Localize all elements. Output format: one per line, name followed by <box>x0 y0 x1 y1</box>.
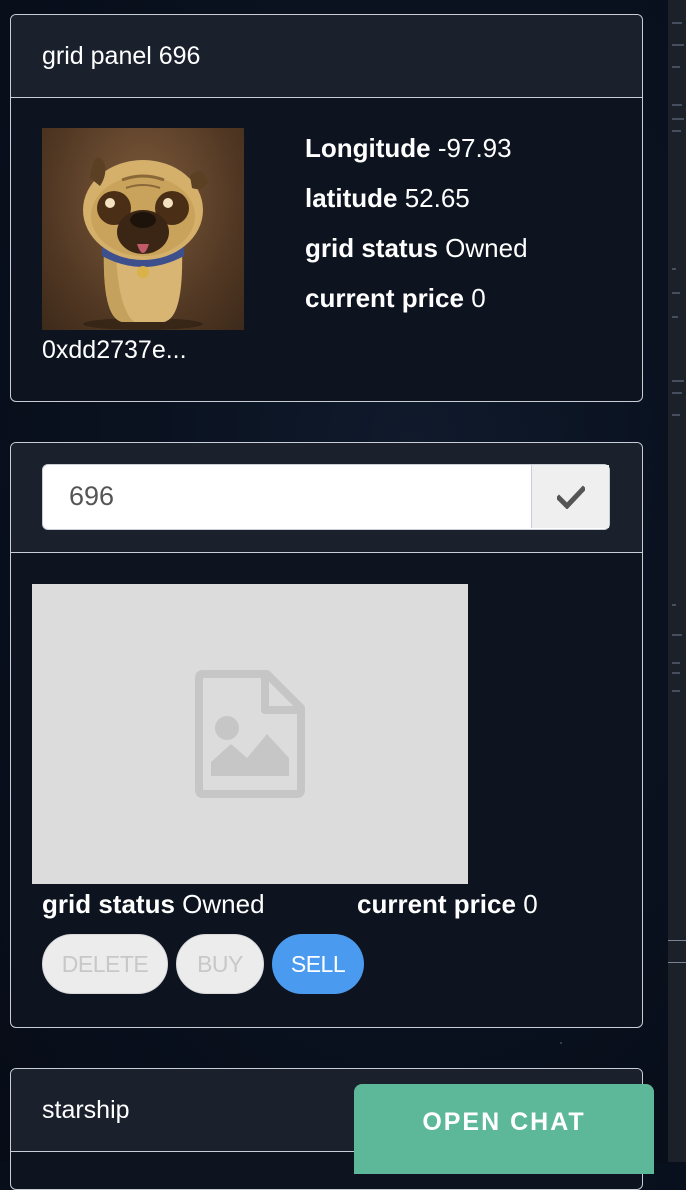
longitude-label: Longitude <box>305 133 431 163</box>
panel-title: grid panel 696 <box>42 42 201 70</box>
grid-info-panel: grid panel 696 0xdd2737e... Longitude -9… <box>10 14 643 402</box>
confirm-button[interactable] <box>531 465 609 528</box>
side-editor-strip <box>668 0 686 1162</box>
delete-button[interactable]: DELETE <box>42 934 168 994</box>
latitude-value: 52.65 <box>404 183 470 213</box>
current-price-value: 0 <box>471 283 486 313</box>
latitude-row: latitude 52.65 <box>305 183 470 214</box>
checkmark-icon <box>556 484 585 509</box>
panel-title: starship <box>42 1096 130 1124</box>
panel-header <box>11 443 642 553</box>
open-chat-button[interactable]: OPEN CHAT <box>354 1084 654 1174</box>
grid-search-group <box>42 464 610 530</box>
current-price-row: current price 0 <box>305 283 486 314</box>
grid-status-row: grid status Owned <box>42 889 265 920</box>
buy-button[interactable]: BUY <box>176 934 264 994</box>
grid-status-label: grid status <box>42 889 175 919</box>
grid-image-placeholder <box>32 584 468 884</box>
grid-status-row: grid status Owned <box>305 233 528 264</box>
grid-status-value: Owned <box>445 233 528 263</box>
image-placeholder-icon <box>195 670 305 798</box>
longitude-row: Longitude -97.93 <box>305 133 512 164</box>
grid-id-input[interactable] <box>43 465 531 528</box>
star <box>560 1042 562 1044</box>
owner-address: 0xdd2737e... <box>42 336 187 364</box>
current-price-label: current price <box>357 889 516 919</box>
grid-status-value: Owned <box>182 889 265 919</box>
longitude-value: -97.93 <box>437 133 512 163</box>
current-price-label: current price <box>305 283 464 313</box>
current-price-row: current price 0 <box>357 889 538 920</box>
grid-edit-panel: grid status Owned current price 0 DELETE… <box>10 442 643 1028</box>
owner-avatar <box>42 128 244 330</box>
latitude-label: latitude <box>305 183 398 213</box>
sell-button[interactable]: SELL <box>272 934 364 994</box>
grid-status-label: grid status <box>305 233 438 263</box>
current-price-value: 0 <box>523 889 538 919</box>
